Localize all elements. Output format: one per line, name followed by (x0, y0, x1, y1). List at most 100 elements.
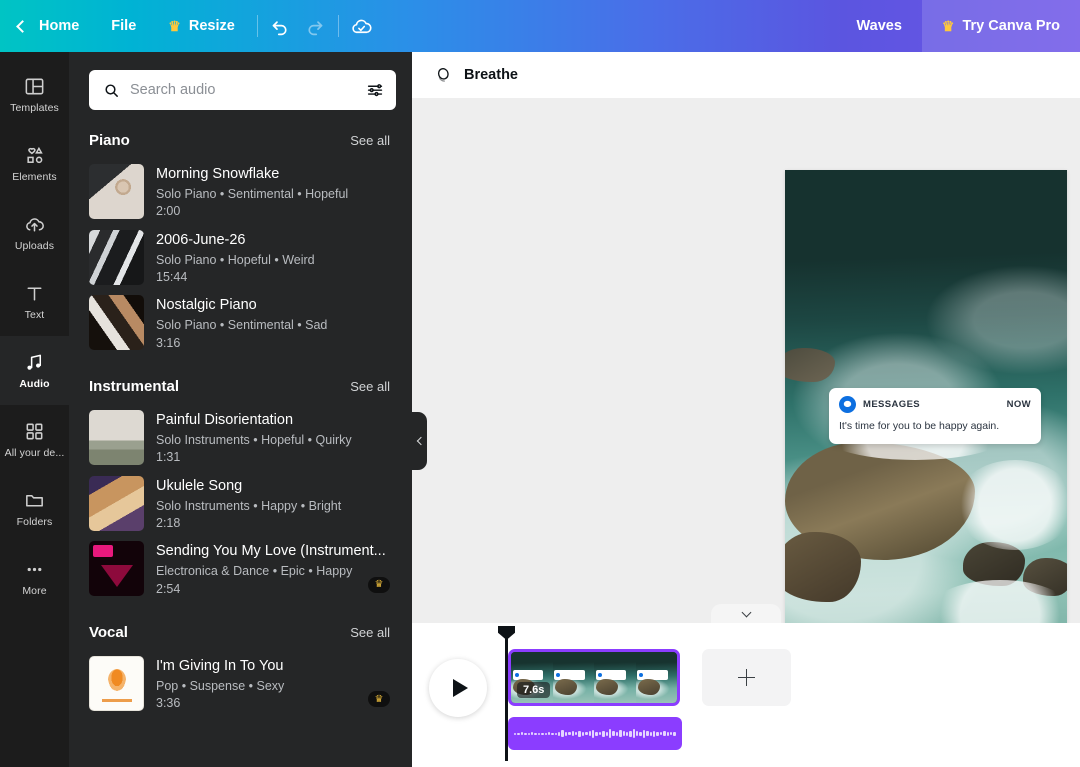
track-name: I'm Giving In To You (156, 657, 284, 674)
notification-header: MESSAGES NOW (839, 396, 1031, 413)
section-title-vocal: Vocal (89, 623, 128, 641)
section-header-piano: Piano See all (69, 110, 412, 159)
notification-body: It's time for you to be happy again. (839, 420, 1000, 432)
design-name-button[interactable]: Waves (837, 18, 922, 34)
see-all-vocal[interactable]: See all (350, 625, 390, 640)
crown-icon-pro: ♛ (941, 18, 955, 34)
plus-icon-vertical (745, 669, 748, 686)
track-name: Painful Disorientation (156, 411, 294, 428)
track-meta: Ukulele Song Solo Instruments • Happy • … (156, 476, 390, 532)
pro-badge: ♛ (368, 691, 390, 708)
sidebar-label-all-your-designs: All your de... (4, 446, 65, 459)
sidebar-item-more[interactable]: More (0, 543, 69, 612)
play-button[interactable] (429, 659, 487, 717)
see-all-piano[interactable]: See all (350, 133, 390, 148)
home-button[interactable]: Home (0, 0, 95, 52)
design-page[interactable]: MESSAGES NOW It's time for you to be hap… (785, 170, 1067, 670)
filter-sliders-icon[interactable] (366, 81, 384, 99)
redo-button[interactable] (298, 9, 332, 43)
canvas-collapse-button[interactable] (711, 604, 781, 624)
clip-duration-label: 7.6s (517, 682, 551, 698)
sidebar-item-all-your-designs[interactable]: All your de... (0, 405, 69, 474)
sidebar-item-elements[interactable]: Elements (0, 129, 69, 198)
cloud-saved-icon[interactable] (345, 9, 379, 43)
panel-collapse-button[interactable] (412, 412, 427, 470)
waveform (508, 727, 682, 741)
resize-button[interactable]: ♛ Resize (152, 0, 251, 52)
try-canva-pro-button[interactable]: ♛ Try Canva Pro (921, 0, 1080, 52)
search-box[interactable] (89, 70, 396, 110)
track-tags: Pop • Suspense • Sexy (156, 678, 285, 693)
track-row[interactable]: 2006-June-26 Solo Piano • Hopeful • Weir… (69, 225, 412, 291)
audio-clip[interactable] (508, 717, 682, 750)
track-duration: 3:16 (156, 335, 181, 350)
track-thumbnail (89, 295, 144, 351)
left-rail: Templates Elements Uploads Text Audio Al… (0, 52, 69, 767)
folders-icon (26, 494, 43, 507)
rock-shape (785, 532, 861, 602)
text-icon (27, 287, 42, 301)
toolbar-divider (256, 15, 258, 37)
track-row[interactable]: Painful Disorientation Solo Instruments … (69, 405, 412, 471)
track-duration: 2:18 (156, 515, 181, 530)
sidebar-label-text: Text (24, 308, 45, 321)
document-header: Breathe (412, 52, 1080, 98)
track-name: Nostalgic Piano (156, 297, 257, 314)
chevron-left-icon (416, 436, 425, 446)
rock-shape (785, 348, 835, 382)
track-meta: Painful Disorientation Solo Instruments … (156, 410, 390, 466)
sidebar-label-audio: Audio (19, 377, 50, 390)
track-row[interactable]: Nostalgic Piano Solo Piano • Sentimental… (69, 290, 412, 356)
track-row[interactable]: I'm Giving In To You Pop • Suspense • Se… (69, 651, 412, 717)
chevron-down-icon (741, 607, 751, 617)
crown-icon: ♛ (168, 18, 181, 34)
track-meta: Nostalgic Piano Solo Piano • Sentimental… (156, 295, 390, 351)
design-circle-icon (437, 68, 449, 82)
track-duration: 1:31 (156, 450, 181, 465)
track-name: Ukulele Song (156, 477, 243, 494)
track-meta: Sending You My Love (Instrument... Elect… (156, 541, 390, 597)
sidebar-label-uploads: Uploads (14, 239, 55, 252)
notification-card[interactable]: MESSAGES NOW It's time for you to be hap… (829, 388, 1041, 444)
section-header-instrumental: Instrumental See all (69, 356, 412, 405)
toolbar-left-group: Home File ♛ Resize (0, 0, 379, 52)
track-row[interactable]: Ukulele Song Solo Instruments • Happy • … (69, 471, 412, 537)
track-thumbnail (89, 655, 144, 711)
section-title-piano: Piano (89, 132, 130, 149)
try-pro-label: Try Canva Pro (962, 18, 1060, 34)
sidebar-item-uploads[interactable]: Uploads (0, 198, 69, 267)
toolbar-divider-2 (337, 15, 339, 37)
track-thumbnail (89, 229, 144, 285)
chevron-left-icon (16, 19, 29, 33)
track-name: Sending You My Love (Instrument... (156, 543, 386, 560)
home-label: Home (39, 18, 80, 34)
undo-button[interactable] (264, 9, 298, 43)
templates-icon (25, 78, 44, 95)
search-input[interactable] (130, 82, 356, 98)
add-clip-button[interactable] (702, 649, 791, 706)
see-all-instrumental[interactable]: See all (350, 379, 390, 394)
track-name: Morning Snowflake (156, 166, 280, 182)
foam-shape (955, 460, 1067, 550)
notification-time: NOW (1006, 399, 1031, 410)
top-toolbar: Home File ♛ Resize Waves ♛ Try Canva Pro (0, 0, 1080, 52)
clip-frame (635, 652, 677, 703)
track-tags: Solo Instruments • Happy • Bright (156, 498, 342, 513)
track-thumbnail (89, 475, 144, 531)
audio-panel: Piano See all Morning Snowflake Solo Pia… (69, 52, 412, 767)
canvas-area[interactable]: MESSAGES NOW It's time for you to be hap… (412, 98, 1080, 670)
sidebar-item-folders[interactable]: Folders (0, 474, 69, 543)
sidebar-item-text[interactable]: Text (0, 267, 69, 336)
file-menu-button[interactable]: File (95, 0, 152, 52)
notification-app-name: MESSAGES (863, 399, 921, 410)
sidebar-label-templates: Templates (10, 101, 59, 114)
track-row[interactable]: Sending You My Love (Instrument... Elect… (69, 536, 412, 602)
toolbar-right-group: Waves ♛ Try Canva Pro (837, 0, 1080, 52)
track-row[interactable]: Morning Snowflake Solo Piano • Sentiment… (69, 159, 412, 225)
sidebar-item-audio[interactable]: Audio (0, 336, 69, 405)
section-header-vocal: Vocal See all (69, 602, 412, 651)
track-tags: Solo Piano • Hopeful • Weird (156, 252, 315, 267)
file-label: File (111, 18, 137, 34)
sidebar-item-templates[interactable]: Templates (0, 60, 69, 129)
video-clip[interactable]: 7.6s (508, 649, 680, 706)
